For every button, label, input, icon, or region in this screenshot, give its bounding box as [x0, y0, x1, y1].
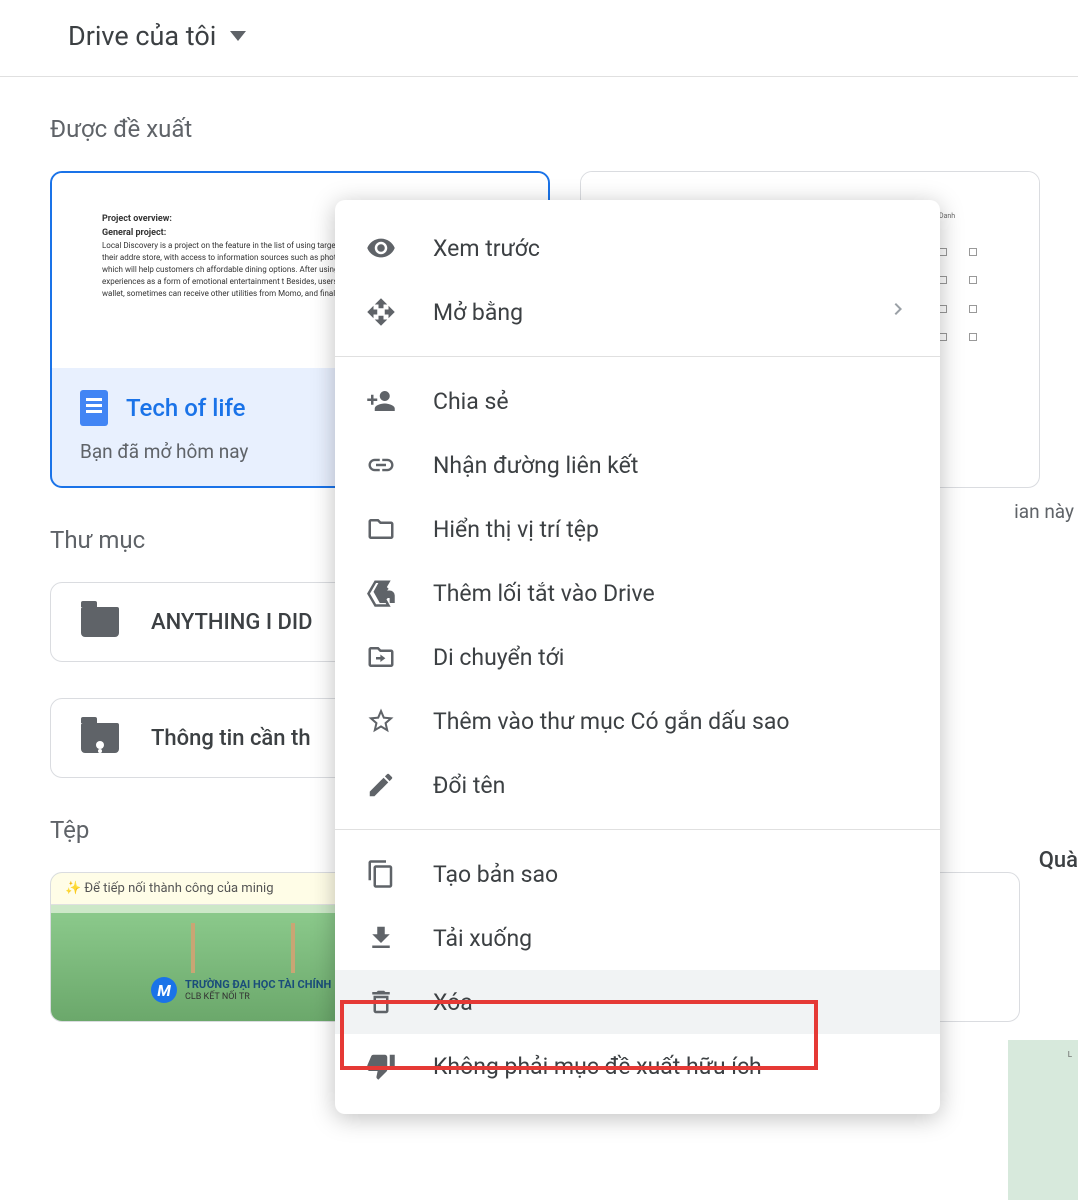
link-icon — [365, 449, 397, 481]
menu-add-star[interactable]: Thêm vào thư mục Có gắn dấu sao — [335, 689, 940, 753]
folder-label: Thông tin cần th — [151, 726, 311, 751]
menu-remove[interactable]: Xóa — [335, 970, 940, 1034]
edit-icon — [365, 769, 397, 801]
chevron-down-icon[interactable] — [230, 31, 246, 41]
trash-icon — [365, 986, 397, 1018]
menu-divider — [335, 829, 940, 830]
menu-rename[interactable]: Đổi tên — [335, 753, 940, 817]
menu-move-to[interactable]: Di chuyển tới — [335, 625, 940, 689]
folder-label-fragment: Quà — [1039, 848, 1078, 873]
file-thumb-3[interactable]: L — [1008, 1040, 1078, 1200]
open-with-icon — [365, 296, 397, 328]
menu-preview[interactable]: Xem trước — [335, 216, 940, 280]
eye-icon — [365, 232, 397, 264]
card-title: Tech of life — [126, 394, 246, 422]
menu-share[interactable]: Chia sẻ — [335, 369, 940, 433]
person-add-icon — [365, 385, 397, 417]
folder-icon — [81, 607, 119, 637]
menu-divider — [335, 356, 940, 357]
card-subtitle-fragment: ian này — [1010, 496, 1078, 527]
download-icon — [365, 922, 397, 954]
thumb-down-icon — [365, 1050, 397, 1082]
menu-add-shortcut[interactable]: Thêm lối tắt vào Drive — [335, 561, 940, 625]
folder-label: ANYTHING I DID — [151, 610, 312, 635]
menu-get-link[interactable]: Nhận đường liên kết — [335, 433, 940, 497]
drive-shortcut-icon — [365, 577, 397, 609]
menu-not-helpful[interactable]: Không phải mục đề xuất hữu ích — [335, 1034, 940, 1098]
menu-make-copy[interactable]: Tạo bản sao — [335, 842, 940, 906]
copy-icon — [365, 858, 397, 890]
chevron-right-icon — [886, 297, 910, 327]
star-outline-icon — [365, 705, 397, 737]
suggested-section-title: Được đề xuất — [50, 115, 1078, 143]
menu-download[interactable]: Tải xuống — [335, 906, 940, 970]
menu-open-with[interactable]: Mở bằng — [335, 280, 940, 344]
breadcrumb-header[interactable]: Drive của tôi — [0, 0, 1078, 77]
shared-folder-icon — [81, 723, 119, 753]
page-title: Drive của tôi — [68, 20, 216, 52]
folder-outline-icon — [365, 513, 397, 545]
logo-icon: M — [151, 977, 177, 1003]
docs-icon — [80, 390, 108, 426]
menu-show-location[interactable]: Hiển thị vị trí tệp — [335, 497, 940, 561]
move-to-icon — [365, 641, 397, 673]
context-menu: Xem trước Mở bằng Chia sẻ Nhận đường liê… — [335, 200, 940, 1114]
